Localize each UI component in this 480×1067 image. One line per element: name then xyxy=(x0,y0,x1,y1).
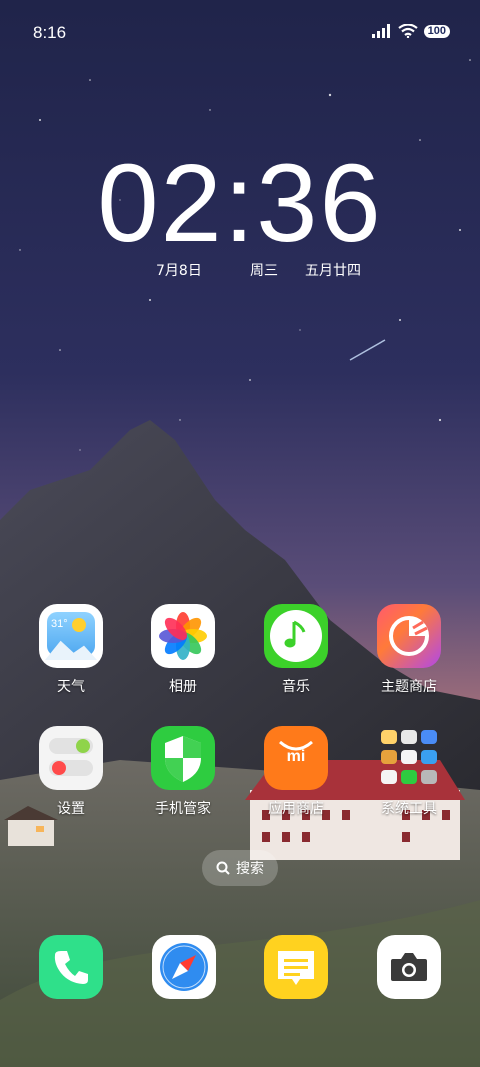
app-themes[interactable]: 主题商店 xyxy=(354,604,464,696)
folder-icon xyxy=(377,726,441,790)
shield-icon xyxy=(151,726,215,790)
signal-icon xyxy=(371,24,390,38)
status-time: 8:16 xyxy=(33,23,67,42)
app-label: 音乐 xyxy=(282,679,310,695)
folder-system-tools[interactable]: 系统工具 xyxy=(354,726,464,818)
app-store[interactable]: mi 应用商店 xyxy=(241,726,351,818)
clock-lunar: 五月廿四 xyxy=(305,263,361,279)
notes-icon xyxy=(278,951,314,985)
dock-phone[interactable] xyxy=(39,935,103,999)
app-label: 应用商店 xyxy=(268,801,324,817)
search-label: 搜索 xyxy=(236,861,264,877)
dock-browser[interactable] xyxy=(152,935,216,999)
app-music[interactable]: 音乐 xyxy=(241,604,351,696)
app-label: 天气 xyxy=(57,679,85,695)
browser-icon xyxy=(160,943,208,991)
app-label: 手机管家 xyxy=(155,801,211,817)
status-bar: 8:16 100 xyxy=(0,0,480,70)
camera-icon xyxy=(391,953,427,981)
app-label: 主题商店 xyxy=(381,679,437,695)
app-settings[interactable]: 设置 xyxy=(16,726,126,818)
theme-store-icon xyxy=(377,604,441,668)
status-icons: 100 xyxy=(371,24,450,38)
gallery-icon xyxy=(151,604,215,668)
music-icon xyxy=(264,604,328,668)
clock-weekday: 周三 xyxy=(250,263,278,279)
app-weather[interactable]: 31° 天气 xyxy=(16,604,126,696)
app-label: 设置 xyxy=(57,801,85,817)
phone-icon xyxy=(54,951,88,984)
app-store-mark: mi xyxy=(286,748,306,765)
app-label: 系统工具 xyxy=(381,801,437,817)
app-label: 相册 xyxy=(169,679,197,695)
weather-icon: 31° xyxy=(39,604,103,668)
search-button[interactable]: 搜索 xyxy=(202,850,278,886)
battery-indicator: 100 xyxy=(423,24,450,38)
search-icon xyxy=(216,861,230,875)
app-gallery[interactable]: 相册 xyxy=(128,604,238,696)
dock-camera[interactable] xyxy=(377,935,441,999)
weather-temp: 31° xyxy=(51,618,68,630)
wifi-icon xyxy=(397,24,418,38)
clock-date: 7月8日 xyxy=(156,263,202,279)
settings-icon xyxy=(39,726,103,790)
clock-time[interactable]: 02:36 xyxy=(0,140,480,267)
dock-notes[interactable] xyxy=(264,935,328,999)
app-security[interactable]: 手机管家 xyxy=(128,726,238,818)
app-store-icon: mi xyxy=(264,726,328,790)
